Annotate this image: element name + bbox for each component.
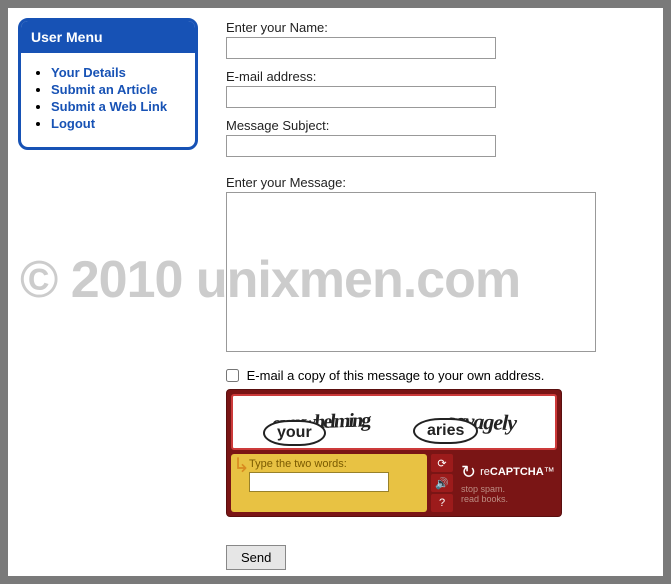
- user-menu-box: User Menu Your Details Submit an Article…: [18, 18, 198, 150]
- email-label: E-mail address:: [226, 69, 623, 84]
- captcha-buttons: ⟳ 🔊 ?: [431, 454, 457, 512]
- subject-label: Message Subject:: [226, 118, 623, 133]
- captcha-bottom: ↳ Type the two words: ⟳ 🔊 ? ↻ reCAPTCHA™…: [231, 454, 557, 512]
- subject-input[interactable]: [226, 135, 496, 157]
- sidebar-link[interactable]: Your Details: [51, 65, 126, 80]
- arrow-down-icon: ↳: [233, 456, 250, 476]
- recaptcha-logo: ↻ reCAPTCHA™ stop spam. read books.: [461, 454, 557, 512]
- sidebar: User Menu Your Details Submit an Article…: [8, 8, 208, 576]
- sidebar-link[interactable]: Submit an Article: [51, 82, 157, 97]
- copy-checkbox[interactable]: [226, 369, 239, 382]
- recaptcha-widget: overwhelming savagely your aries ↳ Type …: [226, 389, 562, 517]
- captcha-instruction: Type the two words:: [249, 458, 421, 470]
- captcha-refresh-button[interactable]: ⟳: [431, 454, 453, 472]
- name-label: Enter your Name:: [226, 20, 623, 35]
- name-input[interactable]: [226, 37, 496, 59]
- recycle-icon: ↻: [461, 462, 476, 483]
- sidebar-link[interactable]: Submit a Web Link: [51, 99, 167, 114]
- page: User Menu Your Details Submit an Article…: [8, 8, 663, 576]
- recaptcha-brand: reCAPTCHA™: [480, 466, 555, 478]
- contact-form: Enter your Name: E-mail address: Message…: [208, 8, 663, 576]
- audio-icon: 🔊: [435, 477, 449, 490]
- sidebar-item-your-details[interactable]: Your Details: [51, 65, 185, 80]
- recaptcha-tagline: stop spam. read books.: [461, 485, 557, 505]
- user-menu-list: Your Details Submit an Article Submit a …: [21, 53, 195, 147]
- message-textarea[interactable]: [226, 192, 596, 352]
- send-button[interactable]: Send: [226, 545, 286, 570]
- captcha-image: overwhelming savagely your aries: [231, 394, 557, 450]
- user-menu-title: User Menu: [21, 21, 195, 53]
- captcha-input[interactable]: [249, 472, 389, 492]
- captcha-input-area: ↳ Type the two words:: [231, 454, 427, 512]
- copy-label: E-mail a copy of this message to your ow…: [247, 368, 545, 383]
- sidebar-item-submit-article[interactable]: Submit an Article: [51, 82, 185, 97]
- help-icon: ?: [439, 497, 445, 509]
- captcha-help-button[interactable]: ?: [431, 494, 453, 512]
- captcha-bubble-1: your: [263, 420, 326, 446]
- captcha-audio-button[interactable]: 🔊: [431, 474, 453, 492]
- sidebar-link[interactable]: Logout: [51, 116, 95, 131]
- sidebar-item-logout[interactable]: Logout: [51, 116, 185, 131]
- captcha-bubble-2: aries: [413, 418, 478, 444]
- copy-row: E-mail a copy of this message to your ow…: [226, 367, 623, 383]
- refresh-icon: ⟳: [437, 457, 446, 470]
- sidebar-item-submit-weblink[interactable]: Submit a Web Link: [51, 99, 185, 114]
- message-label: Enter your Message:: [226, 175, 623, 190]
- email-input[interactable]: [226, 86, 496, 108]
